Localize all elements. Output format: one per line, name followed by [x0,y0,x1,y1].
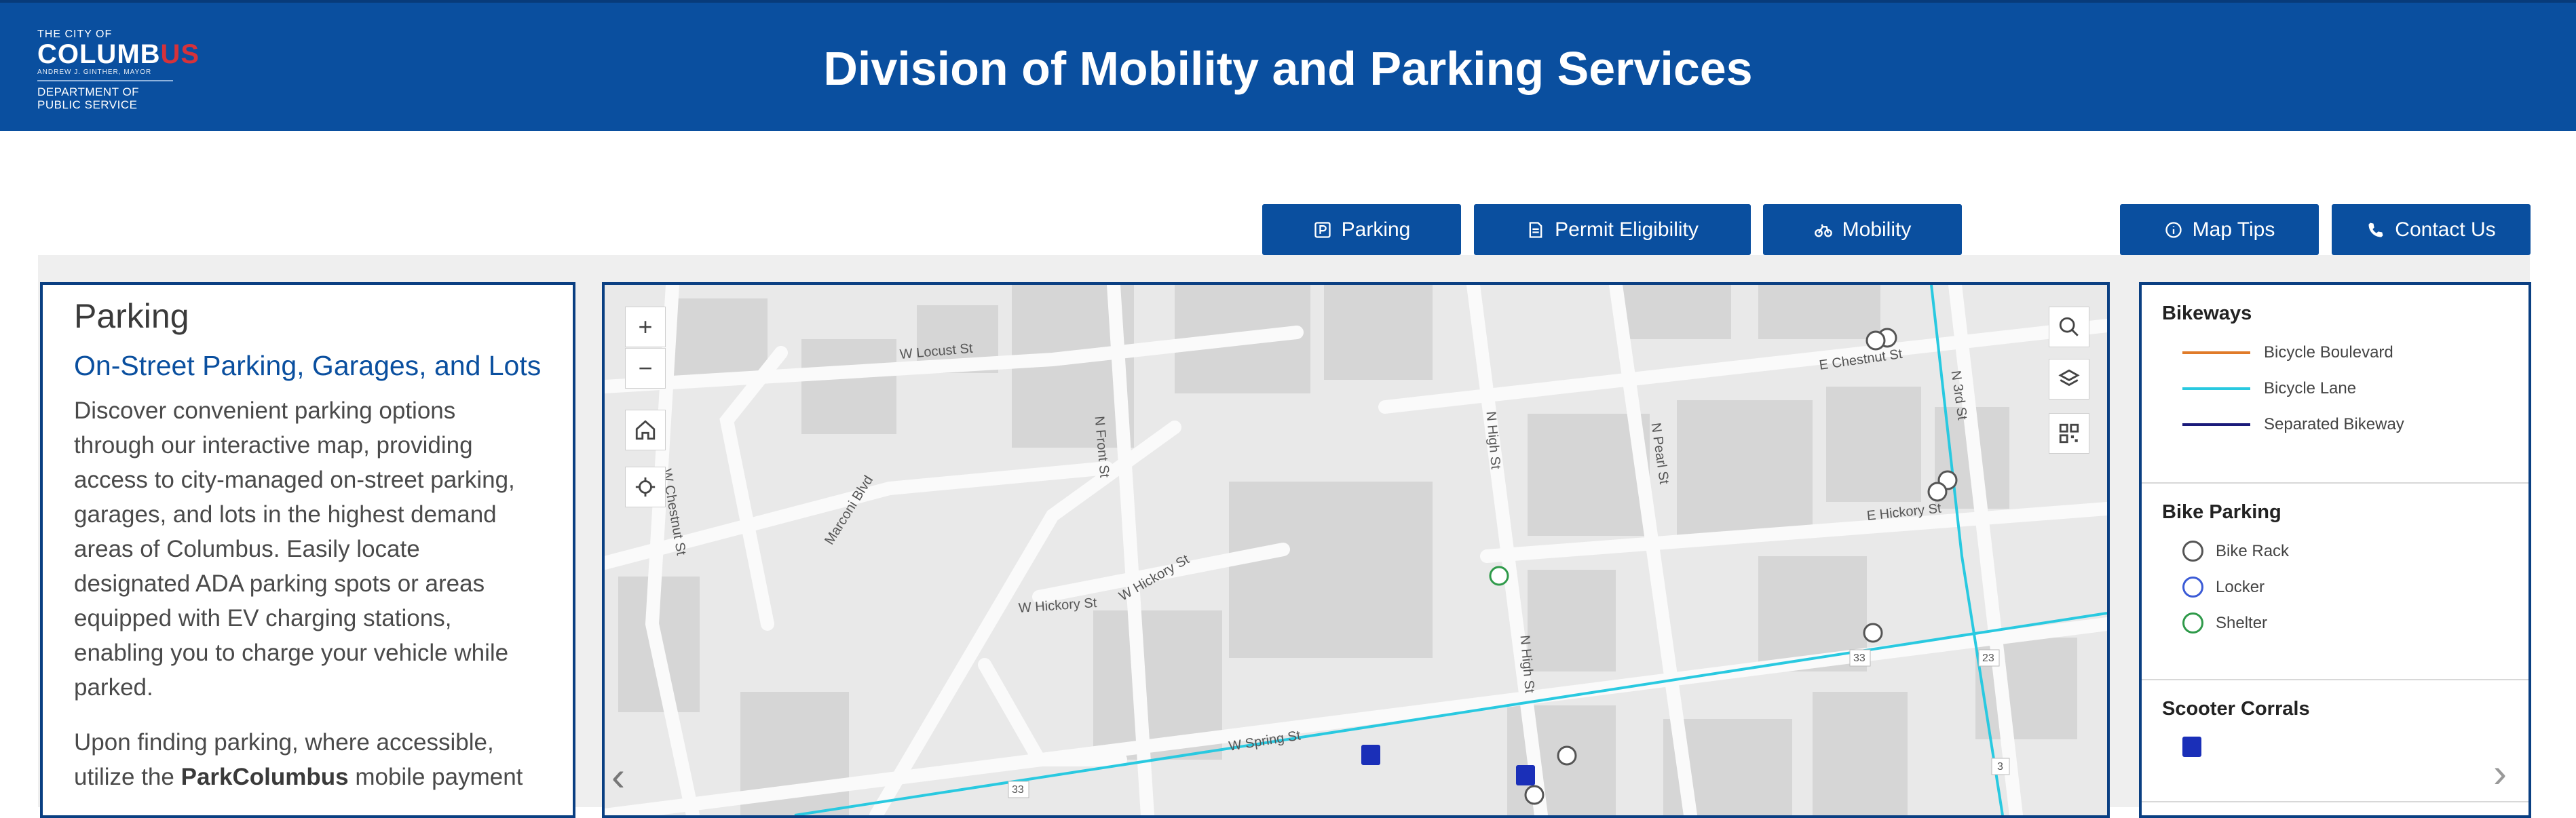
map-tips-label: Map Tips [2192,218,2275,241]
search-button[interactable] [2049,307,2089,347]
route-shield: 33 [1853,653,1865,664]
parking-icon [1314,221,1331,238]
map-tips-button[interactable]: Map Tips [2120,204,2319,255]
legend-item: Bicycle Boulevard [2162,334,2528,370]
scooter-corral-icon [2182,737,2201,757]
legend-item: Shelter [2162,605,2528,641]
map-prev-arrow[interactable]: ‹ [611,753,625,800]
bicycle-boulevard-swatch [2182,351,2250,354]
separated-bikeway-swatch [2182,423,2250,426]
bicycle-icon [1814,223,1832,237]
map-view[interactable]: 33 33 23 3 W Locust St W Chestnut St Mar… [602,282,2110,818]
route-shield: 3 [1997,761,2003,773]
legend-bikeways-title: Bikeways [2162,303,2252,324]
home-icon [635,420,656,440]
panel-paragraph-1: Discover convenient parking options thro… [74,397,515,701]
zoom-in-button[interactable]: + [625,307,666,347]
permit-eligibility-label: Permit Eligibility [1555,218,1699,241]
qr-code-icon [2059,423,2079,444]
bike-rack-icon [2182,541,2203,562]
parking-button[interactable]: Parking [1262,204,1461,255]
mobility-button[interactable]: Mobility [1763,204,1962,255]
legend-bike-parking: Bike Parking Bike Rack Locker Shelter [2142,484,2528,680]
mobility-button-label: Mobility [1842,218,1912,241]
legend-item: Bicycle Lane [2162,370,2528,406]
route-shield: 33 [1012,784,1024,796]
locker-icon [2182,577,2203,598]
info-panel: Parking On-Street Parking, Garages, and … [40,282,575,818]
layers-icon [2058,369,2080,387]
crosshair-icon [635,477,656,497]
bicycle-lane-swatch [2182,387,2250,390]
locate-button[interactable] [625,467,666,507]
permit-icon [1529,221,1542,238]
legend-item: Bike Rack [2162,533,2528,569]
legend-bikeways: Bikeways Bicycle Boulevard Bicycle Lane … [2142,285,2528,484]
legend-next-arrow[interactable]: › [2493,753,2520,794]
phone-icon [2368,222,2383,237]
logo-dept-line2: PUBLIC SERVICE [37,98,138,111]
contact-us-label: Contact Us [2395,218,2496,241]
panel-heading: Parking [74,297,189,335]
layers-button[interactable] [2049,359,2089,400]
route-shield: 23 [1982,653,1994,664]
legend-item: Locker [2162,569,2528,605]
shelter-icon [2182,612,2203,634]
legend-item: Separated Bikeway [2162,406,2528,442]
info-icon [2165,221,2182,238]
legend-bike-parking-title: Bike Parking [2162,501,2281,523]
parking-button-label: Parking [1341,218,1411,241]
parkcolumbus-app-name: ParkColumbus [181,764,349,790]
qr-code-button[interactable] [2049,413,2089,454]
page-title: Division of Mobility and Parking Service… [823,42,1753,95]
permit-eligibility-button[interactable]: Permit Eligibility [1474,204,1751,255]
legend-scooter-corrals: Scooter Corrals [2142,680,2528,802]
site-header: THE CITY OF COLUMBUS ANDREW J. GINTHER, … [0,0,2576,131]
panel-subheading: On-Street Parking, Garages, and Lots [74,350,542,381]
map-legend: Bikeways Bicycle Boulevard Bicycle Lane … [2139,282,2531,818]
zoom-out-button[interactable]: − [625,348,666,389]
search-icon [2059,317,2079,336]
panel-paragraph-2: Upon finding parking, where accessible, … [74,729,523,790]
home-button[interactable] [625,410,666,450]
contact-us-button[interactable]: Contact Us [2332,204,2531,255]
legend-scooter-title: Scooter Corrals [2162,698,2310,720]
